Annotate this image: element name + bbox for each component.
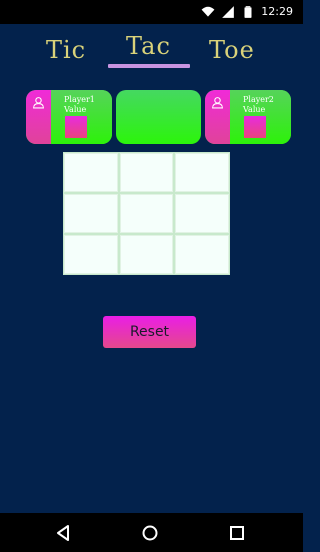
- board-cell-5[interactable]: [175, 194, 229, 233]
- home-icon[interactable]: [140, 523, 160, 543]
- player2-content: Player2 Value: [230, 90, 291, 144]
- player2-strip: [205, 90, 230, 144]
- board-cell-3[interactable]: [64, 194, 118, 233]
- user-icon: [32, 96, 45, 109]
- board-cell-6[interactable]: [64, 235, 118, 274]
- reset-button[interactable]: Reset: [103, 316, 196, 348]
- board-cell-8[interactable]: [175, 235, 229, 274]
- battery-icon: [241, 5, 255, 19]
- title-tac: Tac: [126, 32, 171, 60]
- player1-content: Player1 Value: [51, 90, 112, 144]
- navigation-bar: [0, 513, 303, 552]
- status-bar: 12:29: [0, 0, 303, 24]
- recent-apps-icon[interactable]: [227, 523, 247, 543]
- signal-icon: [221, 5, 235, 19]
- status-time: 12:29: [261, 5, 293, 18]
- player1-card: Player1 Value: [26, 90, 112, 144]
- board-cell-1[interactable]: [119, 153, 174, 192]
- title-underline: [108, 64, 190, 68]
- board-cell-2[interactable]: [175, 153, 229, 192]
- player1-strip: [26, 90, 51, 144]
- board-cell-0[interactable]: [64, 153, 118, 192]
- board-cell-4[interactable]: [119, 194, 174, 233]
- board-cell-7[interactable]: [119, 235, 174, 274]
- title-toe: Toe: [209, 36, 255, 64]
- back-icon[interactable]: [53, 523, 73, 543]
- game-board: [63, 152, 230, 275]
- player2-value-label: Value: [243, 105, 266, 114]
- player2-value-box: [244, 116, 266, 138]
- title-tic: Tic: [46, 36, 87, 64]
- wifi-icon: [201, 5, 215, 19]
- player1-value-box: [65, 116, 87, 138]
- player1-name: Player1: [64, 95, 95, 104]
- player2-card: Player2 Value: [205, 90, 291, 144]
- turn-indicator-card: [116, 90, 201, 144]
- user-icon: [211, 96, 224, 109]
- player2-name: Player2: [243, 95, 274, 104]
- player1-value-label: Value: [64, 105, 87, 114]
